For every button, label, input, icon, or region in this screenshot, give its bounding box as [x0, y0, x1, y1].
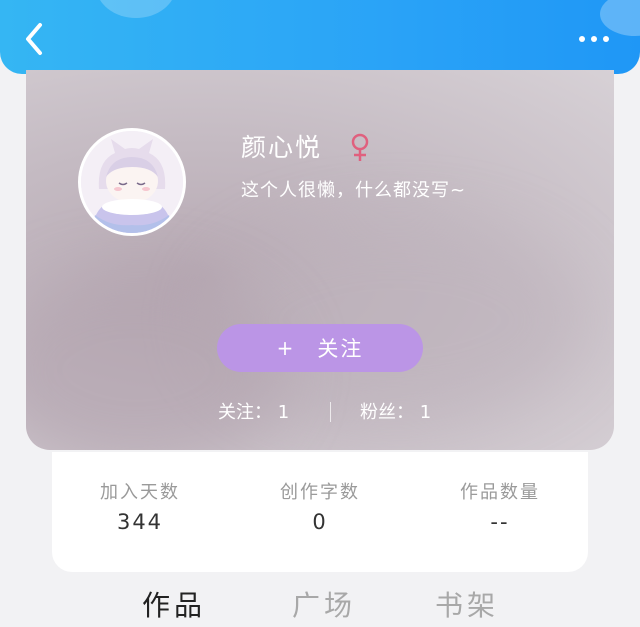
- follow-button-label: 关注: [317, 337, 364, 361]
- following-count[interactable]: 关注： 1: [218, 398, 289, 424]
- word-count-stat: 创作字数 0: [240, 478, 400, 534]
- info-card: 加入天数 344 创作字数 0 作品数量 --: [52, 452, 588, 572]
- tab-bar: 作品 广场 书架: [0, 580, 640, 627]
- works-count-stat: 作品数量 --: [420, 478, 580, 534]
- profile-card: 颜心悦 这个人很懒，什么都没写~ + 关注 关注： 1 粉丝： 1: [26, 70, 614, 450]
- female-symbol-icon: [348, 132, 372, 162]
- follow-button[interactable]: + 关注: [217, 324, 423, 372]
- chevron-left-icon: [26, 23, 42, 55]
- join-days-stat: 加入天数 344: [60, 478, 220, 534]
- username: 颜心悦: [241, 133, 323, 162]
- bio-text: 这个人很懒，什么都没写~: [241, 180, 467, 201]
- divider: [330, 402, 331, 422]
- info-value: 0: [312, 510, 328, 534]
- avatar[interactable]: [78, 128, 186, 236]
- follow-stats: 关注： 1 粉丝： 1: [26, 396, 614, 426]
- info-value: --: [490, 510, 510, 534]
- top-header: [0, 0, 640, 74]
- decorative-bubble: [96, 0, 176, 18]
- tab-works[interactable]: 作品: [142, 584, 206, 624]
- more-button[interactable]: [572, 28, 620, 50]
- more-dots-icon: [579, 36, 609, 42]
- back-button[interactable]: [18, 20, 52, 58]
- info-value: 344: [116, 510, 164, 534]
- tab-square[interactable]: 广场: [292, 584, 356, 624]
- tab-bookshelf[interactable]: 书架: [435, 584, 499, 624]
- avatar-illustration: [81, 131, 183, 233]
- info-label: 加入天数: [100, 482, 180, 503]
- fans-count[interactable]: 粉丝： 1: [360, 398, 431, 424]
- info-label: 作品数量: [460, 482, 540, 503]
- plus-icon: +: [276, 336, 296, 360]
- info-label: 创作字数: [280, 482, 360, 503]
